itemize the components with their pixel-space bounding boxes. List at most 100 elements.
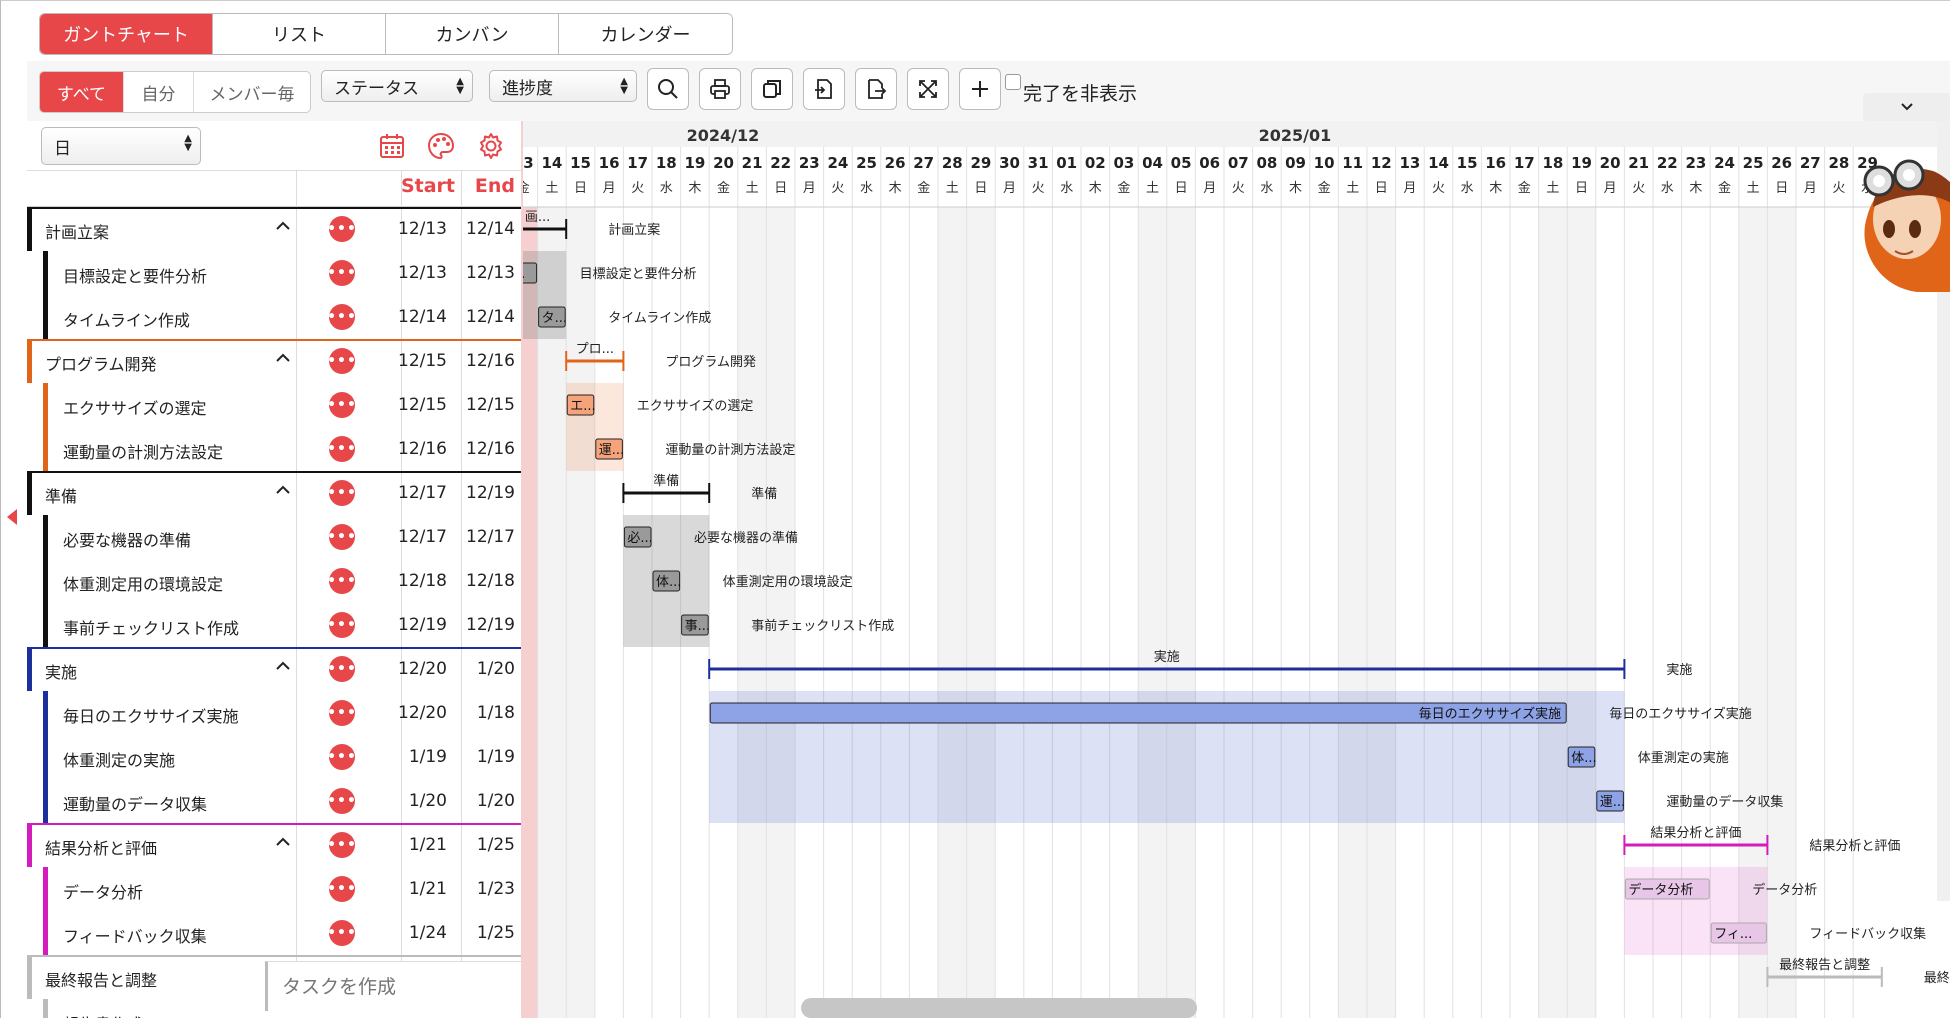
day-number-label: 09 bbox=[1285, 154, 1306, 172]
task-group-row[interactable]: 結果分析と評価 ••• 1/21 1/25 bbox=[27, 823, 521, 867]
task-menu-icon[interactable]: ••• bbox=[327, 656, 356, 682]
weekday-label: 日 bbox=[974, 181, 987, 196]
task-menu-icon[interactable]: ••• bbox=[327, 920, 356, 946]
fullscreen-button[interactable] bbox=[907, 68, 949, 110]
settings-button[interactable] bbox=[477, 132, 505, 164]
task-menu-icon[interactable]: ••• bbox=[327, 480, 356, 506]
task-menu-icon[interactable]: ••• bbox=[327, 216, 356, 242]
import-button[interactable] bbox=[803, 68, 845, 110]
task-row[interactable]: 体重測定の実施 ••• 1/19 1/19 bbox=[27, 735, 521, 779]
task-menu-icon[interactable]: ••• bbox=[327, 744, 356, 770]
time-unit-select[interactable]: 日 ▲ ▼ bbox=[41, 127, 201, 165]
task-row[interactable]: 目標設定と要件分析 ••• 12/13 12/13 bbox=[27, 251, 521, 295]
weekend-column bbox=[1367, 207, 1396, 1018]
task-end-date: 12/15 bbox=[466, 395, 515, 415]
task-row[interactable]: フィードバック収集 ••• 1/24 1/25 bbox=[27, 911, 521, 955]
task-menu-icon[interactable]: ••• bbox=[327, 876, 356, 902]
task-start-date: 1/21 bbox=[408, 879, 447, 899]
task-row[interactable]: 体重測定用の環境設定 ••• 12/18 12/18 bbox=[27, 559, 521, 603]
task-menu-icon[interactable]: ••• bbox=[327, 568, 356, 594]
task-menu-icon[interactable]: ••• bbox=[327, 788, 356, 814]
add-button[interactable] bbox=[959, 68, 1001, 110]
task-row[interactable]: データ分析 ••• 1/21 1/23 bbox=[27, 867, 521, 911]
search-button[interactable] bbox=[647, 68, 689, 110]
task-row[interactable]: 必要な機器の準備 ••• 12/17 12/17 bbox=[27, 515, 521, 559]
task-menu-icon[interactable]: ••• bbox=[327, 524, 356, 550]
filter-mine-button[interactable]: 自分 bbox=[124, 72, 194, 112]
task-row[interactable]: 事前チェックリスト作成 ••• 12/19 12/19 bbox=[27, 603, 521, 647]
day-number-label: 03 bbox=[1113, 154, 1134, 172]
task-group-row[interactable]: 実施 ••• 12/20 1/20 bbox=[27, 647, 521, 691]
task-color-bar bbox=[43, 999, 48, 1018]
create-task-input[interactable] bbox=[282, 976, 502, 998]
weekday-label: 土 bbox=[746, 181, 759, 196]
copy-button[interactable] bbox=[751, 68, 793, 110]
task-end-date: 1/18 bbox=[476, 703, 515, 723]
task-group-row[interactable]: 準備 ••• 12/17 12/19 bbox=[27, 471, 521, 515]
task-start-date: 1/24 bbox=[408, 923, 447, 943]
hide-done-checkbox[interactable] bbox=[1005, 74, 1021, 90]
weekend-column bbox=[1138, 207, 1167, 1018]
task-menu-icon[interactable]: ••• bbox=[327, 436, 356, 462]
tab-gantt[interactable]: ガントチャート bbox=[40, 14, 213, 54]
chevron-up-icon[interactable] bbox=[275, 659, 291, 675]
group-bar-label: 実施 bbox=[1154, 649, 1180, 665]
chevron-up-icon[interactable] bbox=[275, 835, 291, 851]
task-row[interactable]: タイムライン作成 ••• 12/14 12/14 bbox=[27, 295, 521, 339]
day-number-label: 22 bbox=[1657, 154, 1678, 172]
weekday-label: 金 bbox=[1117, 180, 1130, 196]
task-name: 計画立案 bbox=[45, 223, 110, 242]
tab-kanban[interactable]: カンバン bbox=[386, 14, 559, 54]
task-menu-icon[interactable]: ••• bbox=[327, 612, 356, 638]
task-menu-icon[interactable]: ••• bbox=[327, 304, 356, 330]
task-end-date: 1/23 bbox=[476, 879, 515, 899]
weekday-label: 土 bbox=[1146, 181, 1159, 196]
task-menu-icon[interactable]: ••• bbox=[327, 700, 356, 726]
task-menu-icon[interactable]: ••• bbox=[327, 832, 356, 858]
task-color-bar bbox=[43, 295, 48, 339]
chevron-up-icon[interactable] bbox=[275, 351, 291, 367]
calendar-button[interactable] bbox=[379, 133, 405, 163]
chevron-up-icon[interactable] bbox=[275, 219, 291, 235]
print-button[interactable] bbox=[699, 68, 741, 110]
task-row[interactable]: 運動量のデータ収集 ••• 1/20 1/20 bbox=[27, 779, 521, 823]
collapse-toolbar-button[interactable] bbox=[1863, 93, 1950, 121]
weekday-label: 日 bbox=[1175, 181, 1188, 196]
task-side-label: 運動量の計測方法設定 bbox=[665, 442, 795, 458]
chevron-up-icon[interactable] bbox=[275, 483, 291, 499]
filter-all-button[interactable]: すべて bbox=[40, 72, 124, 112]
task-bar-label: フィ... bbox=[1714, 927, 1752, 942]
palette-button[interactable] bbox=[427, 132, 455, 164]
collapse-panel-arrow-icon[interactable] bbox=[7, 509, 17, 525]
progress-select[interactable]: 進捗度 ▲ ▼ bbox=[489, 70, 637, 102]
task-menu-icon[interactable]: ••• bbox=[327, 392, 356, 418]
status-select-value: ステータス bbox=[334, 78, 419, 99]
day-number-label: 15 bbox=[570, 154, 591, 172]
status-select[interactable]: ステータス ▲ ▼ bbox=[321, 70, 473, 102]
tab-list[interactable]: リスト bbox=[213, 14, 386, 54]
weekday-label: 木 bbox=[688, 181, 701, 196]
export-button[interactable] bbox=[855, 68, 897, 110]
search-icon bbox=[658, 79, 678, 99]
task-name: 運動量の計測方法設定 bbox=[63, 443, 224, 462]
filter-by-member-button[interactable]: メンバー毎 bbox=[194, 72, 310, 112]
task-menu-icon[interactable]: ••• bbox=[327, 348, 356, 374]
day-number-label: 02 bbox=[1085, 154, 1106, 172]
task-start-date: 12/20 bbox=[398, 703, 447, 723]
task-row[interactable]: 毎日のエクササイズ実施 ••• 12/20 1/18 bbox=[27, 691, 521, 735]
task-end-date: 12/17 bbox=[466, 527, 515, 547]
task-row[interactable]: エクササイズの選定 ••• 12/15 12/15 bbox=[27, 383, 521, 427]
tab-calendar[interactable]: カレンダー bbox=[559, 14, 732, 54]
task-name: 必要な機器の準備 bbox=[63, 531, 192, 550]
task-side-label: フィードバック収集 bbox=[1809, 926, 1926, 942]
select-arrows-icon: ▲ ▼ bbox=[456, 76, 464, 96]
task-row[interactable]: 運動量の計測方法設定 ••• 12/16 12/16 bbox=[27, 427, 521, 471]
task-end-date: 1/25 bbox=[476, 835, 515, 855]
task-group-row[interactable]: 計画立案 ••• 12/13 12/14 bbox=[27, 207, 521, 251]
horizontal-scrollbar[interactable] bbox=[801, 998, 1197, 1018]
weekday-label: 月 bbox=[1804, 181, 1817, 196]
task-menu-icon[interactable]: ••• bbox=[327, 260, 356, 286]
day-number-label: 24 bbox=[827, 154, 848, 172]
task-bar-label: データ分析 bbox=[1628, 882, 1693, 898]
task-group-row[interactable]: プログラム開発 ••• 12/15 12/16 bbox=[27, 339, 521, 383]
